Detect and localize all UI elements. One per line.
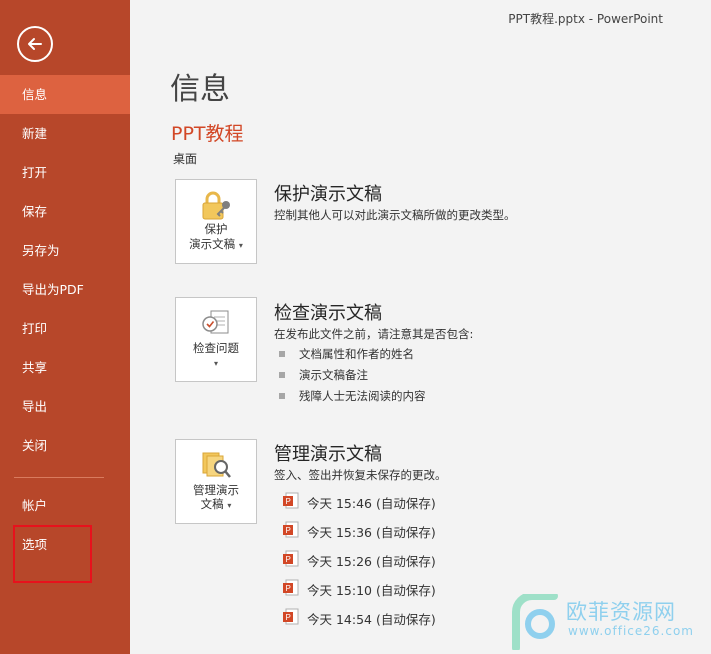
- document-name: PPT教程: [171, 123, 244, 145]
- sidebar-item-export[interactable]: 导出: [0, 387, 130, 426]
- svg-text:P: P: [286, 584, 291, 593]
- manage-presentation-button[interactable]: 管理演示 文稿 ▾: [175, 439, 257, 524]
- watermark-text: 欧菲资源网: [566, 600, 676, 624]
- options-highlight-box: [13, 525, 92, 583]
- pptx-file-icon: P: [283, 579, 299, 596]
- page-title: 信息: [170, 72, 230, 107]
- protect-section-title: 保护演示文稿: [274, 184, 382, 205]
- protect-presentation-button[interactable]: 保护 演示文稿 ▾: [175, 179, 257, 264]
- version-item[interactable]: P 今天 15:36 (自动保存): [283, 520, 483, 540]
- sidebar-item-open[interactable]: 打开: [0, 153, 130, 192]
- sidebar-item-info[interactable]: 信息: [0, 75, 130, 114]
- version-item[interactable]: P 今天 15:26 (自动保存): [283, 549, 483, 569]
- inspect-section-desc: 在发布此文件之前，请注意其是否包含:: [274, 327, 474, 341]
- watermark-url: www.office26.com: [568, 624, 694, 638]
- bullet-square-icon: [279, 351, 285, 357]
- inspect-section-title: 检查演示文稿: [274, 303, 382, 324]
- svg-text:P: P: [286, 613, 291, 622]
- inspect-document-icon: [202, 310, 229, 334]
- bullet-square-icon: [279, 393, 285, 399]
- sidebar-divider: [14, 477, 104, 478]
- pptx-file-icon: P: [283, 492, 299, 509]
- pptx-file-icon: P: [283, 550, 299, 567]
- dropdown-caret-icon: ▾: [238, 241, 243, 250]
- dropdown-caret-icon: ▾: [227, 501, 232, 510]
- window-title: PPT教程.pptx - PowerPoint: [508, 12, 663, 26]
- bullet-square-icon: [279, 372, 285, 378]
- sidebar-item-save[interactable]: 保存: [0, 192, 130, 231]
- version-item[interactable]: P 今天 14:54 (自动保存): [283, 607, 483, 627]
- sidebar-item-share[interactable]: 共享: [0, 348, 130, 387]
- backstage-sidebar: 信息 新建 打开 保存 另存为 导出为PDF 打印 共享 导出 关闭 帐户 选项: [0, 0, 130, 654]
- version-item[interactable]: P 今天 15:10 (自动保存): [283, 578, 483, 598]
- document-location: 桌面: [173, 152, 198, 166]
- manage-tile-label-1: 管理演示: [193, 483, 239, 497]
- svg-text:P: P: [286, 497, 291, 506]
- sidebar-item-account[interactable]: 帐户: [0, 486, 130, 525]
- pptx-file-icon: P: [283, 521, 299, 538]
- sidebar-item-new[interactable]: 新建: [0, 114, 130, 153]
- sidebar-item-print[interactable]: 打印: [0, 309, 130, 348]
- svg-text:P: P: [286, 526, 291, 535]
- pptx-file-icon: P: [283, 608, 299, 625]
- sidebar-item-close[interactable]: 关闭: [0, 426, 130, 465]
- check-issues-button[interactable]: 检查问题 ▾: [175, 297, 257, 382]
- manage-tile-label-2: 文稿 ▾: [200, 497, 232, 511]
- sidebar-item-export-pdf[interactable]: 导出为PDF: [0, 270, 130, 309]
- protect-section-desc: 控制其他人可以对此演示文稿所做的更改类型。: [274, 208, 516, 222]
- dropdown-caret-icon: ▾: [213, 359, 218, 368]
- inspect-tile-caret: ▾: [176, 355, 256, 371]
- inspect-tile-label: 检查问题: [193, 341, 239, 355]
- lock-key-icon: [202, 191, 230, 220]
- protect-tile-label-2: 演示文稿 ▾: [189, 237, 243, 251]
- sidebar-nav: 信息 新建 打开 保存 另存为 导出为PDF 打印 共享 导出 关闭: [0, 75, 130, 465]
- version-item[interactable]: P 今天 15:46 (自动保存): [283, 491, 483, 511]
- protect-tile-label-1: 保护: [204, 222, 228, 236]
- manage-versions-icon: [202, 452, 231, 478]
- back-arrow-icon: [28, 38, 42, 50]
- site-watermark: 欧菲资源网 www.office26.com: [506, 592, 711, 654]
- back-button[interactable]: [17, 26, 53, 62]
- sidebar-item-save-as[interactable]: 另存为: [0, 231, 130, 270]
- manage-section-desc: 签入、签出并恢复未保存的更改。: [274, 468, 447, 482]
- manage-section-title: 管理演示文稿: [274, 444, 382, 465]
- svg-text:P: P: [286, 555, 291, 564]
- watermark-logo-icon: [512, 594, 558, 650]
